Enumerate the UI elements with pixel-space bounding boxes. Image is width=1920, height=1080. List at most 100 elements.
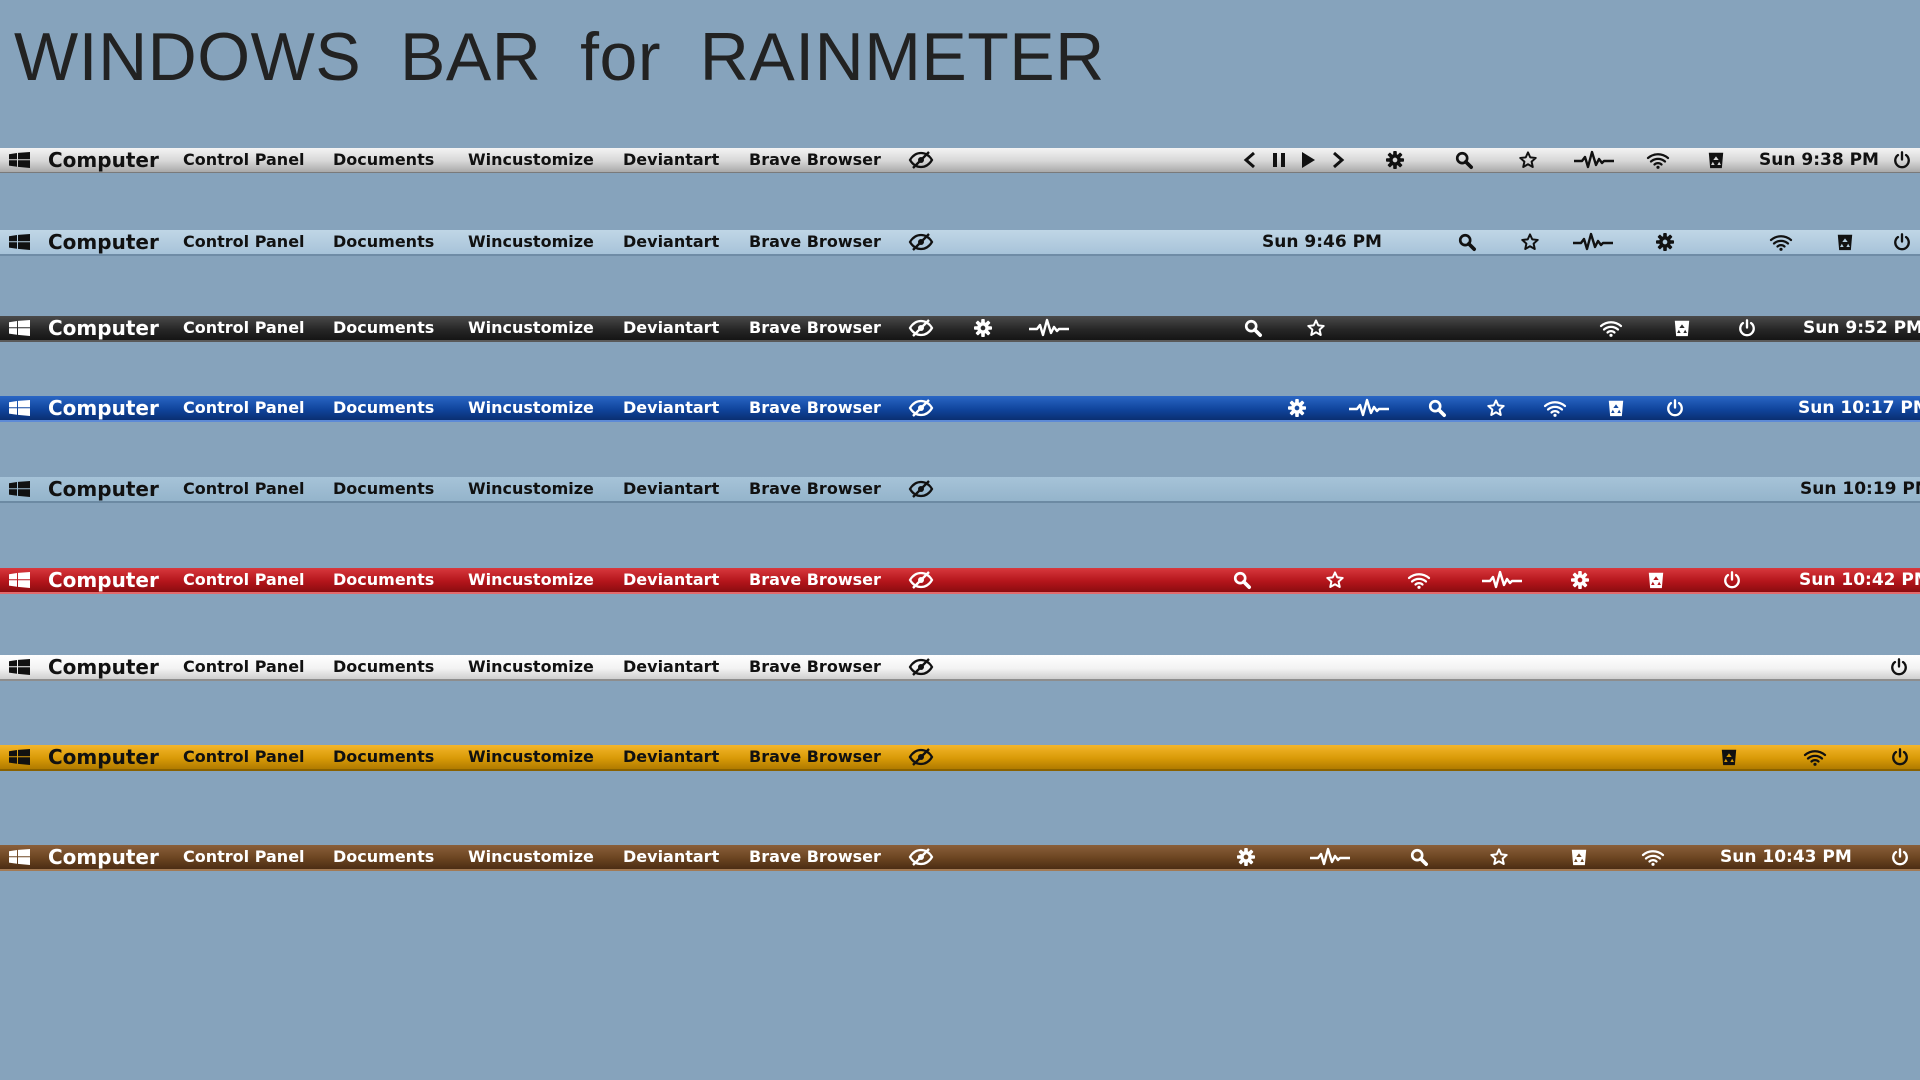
hide-icon[interactable]	[908, 319, 934, 337]
documents-link[interactable]: Documents	[333, 148, 434, 172]
hide-icon[interactable]	[908, 399, 934, 417]
deviantart-link[interactable]: Deviantart	[623, 745, 719, 769]
brave-browser-link[interactable]: Brave Browser	[749, 845, 881, 869]
deviantart-link[interactable]: Deviantart	[623, 477, 719, 501]
gear-icon[interactable]	[973, 319, 993, 337]
wifi-icon[interactable]	[1599, 319, 1623, 337]
activity-icon[interactable]	[1310, 847, 1350, 866]
power-icon[interactable]	[1737, 319, 1757, 337]
documents-link[interactable]: Documents	[333, 477, 434, 501]
documents-link[interactable]: Documents	[333, 745, 434, 769]
documents-link[interactable]: Documents	[333, 230, 434, 254]
documents-link[interactable]: Documents	[333, 845, 434, 869]
windows-logo-icon[interactable]	[9, 849, 30, 865]
recycle-bin-icon[interactable]	[1836, 233, 1854, 251]
documents-link[interactable]: Documents	[333, 396, 434, 420]
search-icon[interactable]	[1454, 151, 1474, 169]
power-icon[interactable]	[1890, 848, 1910, 866]
wifi-icon[interactable]	[1543, 399, 1567, 417]
brave-browser-link[interactable]: Brave Browser	[749, 148, 881, 172]
hide-icon[interactable]	[908, 658, 934, 676]
brave-browser-link[interactable]: Brave Browser	[749, 477, 881, 501]
windows-logo-icon[interactable]	[9, 320, 30, 336]
wincustomize-link[interactable]: Wincustomize	[468, 845, 594, 869]
hide-icon[interactable]	[908, 233, 934, 251]
activity-icon[interactable]	[1482, 570, 1522, 589]
wifi-icon[interactable]	[1769, 233, 1793, 251]
wincustomize-link[interactable]: Wincustomize	[468, 396, 594, 420]
deviantart-link[interactable]: Deviantart	[623, 655, 719, 679]
windows-logo-icon[interactable]	[9, 234, 30, 250]
computer-link[interactable]: Computer	[48, 745, 159, 769]
gear-icon[interactable]	[1385, 151, 1405, 169]
gear-icon[interactable]	[1655, 233, 1675, 251]
control-panel-link[interactable]: Control Panel	[183, 568, 305, 592]
windows-logo-icon[interactable]	[9, 400, 30, 416]
wincustomize-link[interactable]: Wincustomize	[468, 568, 594, 592]
computer-link[interactable]: Computer	[48, 845, 159, 869]
control-panel-link[interactable]: Control Panel	[183, 655, 305, 679]
brave-browser-link[interactable]: Brave Browser	[749, 316, 881, 340]
activity-icon[interactable]	[1349, 398, 1389, 417]
hide-icon[interactable]	[908, 571, 934, 589]
gear-icon[interactable]	[1287, 399, 1307, 417]
recycle-bin-icon[interactable]	[1720, 748, 1738, 766]
star-icon[interactable]	[1325, 571, 1345, 589]
next-icon[interactable]	[1330, 151, 1346, 169]
brave-browser-link[interactable]: Brave Browser	[749, 230, 881, 254]
wincustomize-link[interactable]: Wincustomize	[468, 316, 594, 340]
computer-link[interactable]: Computer	[48, 316, 159, 340]
search-icon[interactable]	[1409, 848, 1429, 866]
prev-icon[interactable]	[1242, 151, 1258, 169]
wifi-icon[interactable]	[1407, 571, 1431, 589]
search-icon[interactable]	[1427, 399, 1447, 417]
power-icon[interactable]	[1889, 658, 1909, 676]
star-icon[interactable]	[1489, 848, 1509, 866]
hide-icon[interactable]	[908, 151, 934, 169]
computer-link[interactable]: Computer	[48, 477, 159, 501]
recycle-bin-icon[interactable]	[1607, 399, 1625, 417]
windows-logo-icon[interactable]	[9, 481, 30, 497]
hide-icon[interactable]	[908, 480, 934, 498]
computer-link[interactable]: Computer	[48, 655, 159, 679]
pause-icon[interactable]	[1271, 151, 1287, 169]
control-panel-link[interactable]: Control Panel	[183, 477, 305, 501]
computer-link[interactable]: Computer	[48, 230, 159, 254]
control-panel-link[interactable]: Control Panel	[183, 230, 305, 254]
play-icon[interactable]	[1300, 151, 1316, 169]
power-icon[interactable]	[1722, 571, 1742, 589]
deviantart-link[interactable]: Deviantart	[623, 230, 719, 254]
windows-logo-icon[interactable]	[9, 749, 30, 765]
wincustomize-link[interactable]: Wincustomize	[468, 477, 594, 501]
wincustomize-link[interactable]: Wincustomize	[468, 230, 594, 254]
control-panel-link[interactable]: Control Panel	[183, 316, 305, 340]
documents-link[interactable]: Documents	[333, 568, 434, 592]
recycle-bin-icon[interactable]	[1647, 571, 1665, 589]
deviantart-link[interactable]: Deviantart	[623, 148, 719, 172]
wincustomize-link[interactable]: Wincustomize	[468, 745, 594, 769]
computer-link[interactable]: Computer	[48, 148, 159, 172]
control-panel-link[interactable]: Control Panel	[183, 396, 305, 420]
control-panel-link[interactable]: Control Panel	[183, 845, 305, 869]
recycle-bin-icon[interactable]	[1707, 151, 1725, 169]
windows-logo-icon[interactable]	[9, 152, 30, 168]
hide-icon[interactable]	[908, 748, 934, 766]
gear-icon[interactable]	[1236, 848, 1256, 866]
deviantart-link[interactable]: Deviantart	[623, 845, 719, 869]
hide-icon[interactable]	[908, 848, 934, 866]
star-icon[interactable]	[1486, 399, 1506, 417]
deviantart-link[interactable]: Deviantart	[623, 568, 719, 592]
windows-logo-icon[interactable]	[9, 572, 30, 588]
search-icon[interactable]	[1243, 319, 1263, 337]
brave-browser-link[interactable]: Brave Browser	[749, 396, 881, 420]
activity-icon[interactable]	[1574, 150, 1614, 169]
activity-icon[interactable]	[1029, 318, 1069, 337]
search-icon[interactable]	[1232, 571, 1252, 589]
wifi-icon[interactable]	[1646, 151, 1670, 169]
power-icon[interactable]	[1665, 399, 1685, 417]
brave-browser-link[interactable]: Brave Browser	[749, 745, 881, 769]
documents-link[interactable]: Documents	[333, 316, 434, 340]
deviantart-link[interactable]: Deviantart	[623, 396, 719, 420]
documents-link[interactable]: Documents	[333, 655, 434, 679]
power-icon[interactable]	[1892, 233, 1912, 251]
